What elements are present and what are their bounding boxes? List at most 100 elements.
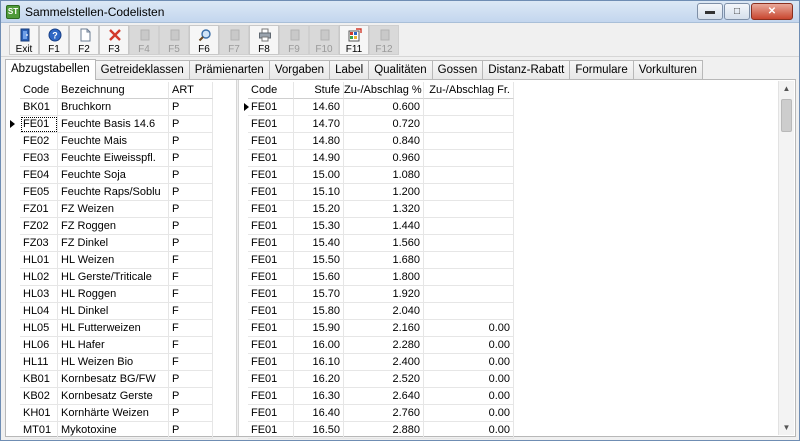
minimize-button[interactable]: ▬: [697, 3, 723, 20]
table-cell[interactable]: FE01: [248, 252, 294, 269]
table-cell[interactable]: KB01: [20, 371, 58, 388]
table-row[interactable]: FE01 16.20 2.520 0.00: [240, 371, 780, 388]
column-header[interactable]: Zu-/Abschlag Fr.: [424, 82, 514, 99]
table-cell[interactable]: Mykotoxine: [58, 422, 169, 439]
tab-gossen[interactable]: Gossen: [431, 60, 484, 79]
table-cell[interactable]: 0.720: [344, 116, 424, 133]
table-row[interactable]: FE01 16.50 2.880 0.00: [240, 422, 780, 439]
table-cell[interactable]: HL06: [20, 337, 58, 354]
table-cell[interactable]: 16.50: [294, 422, 344, 439]
table-cell[interactable]: 16.30: [294, 388, 344, 405]
table-row[interactable]: FE01 16.10 2.400 0.00: [240, 354, 780, 371]
table-cell[interactable]: 1.440: [344, 218, 424, 235]
table-cell[interactable]: 0.00: [424, 388, 514, 405]
table-cell[interactable]: FZ03: [20, 235, 58, 252]
tab-distanz-rabatt[interactable]: Distanz-Rabatt: [482, 60, 571, 79]
table-cell[interactable]: 15.80: [294, 303, 344, 320]
toolbar-button-f11[interactable]: F11: [339, 25, 369, 55]
table-cell[interactable]: [424, 133, 514, 150]
table-row[interactable]: FZ02 FZ Roggen P: [6, 218, 232, 235]
table-row[interactable]: FE05 Feuchte Raps/Soblu P: [6, 184, 232, 201]
table-cell[interactable]: KB02: [20, 388, 58, 405]
table-cell[interactable]: 0.960: [344, 150, 424, 167]
tab-formulare[interactable]: Formulare: [569, 60, 634, 79]
maximize-button[interactable]: □: [724, 3, 750, 20]
toolbar-button-f6[interactable]: F6: [189, 25, 219, 55]
table-cell[interactable]: [424, 201, 514, 218]
table-cell[interactable]: 14.70: [294, 116, 344, 133]
table-cell[interactable]: [424, 252, 514, 269]
table-cell[interactable]: FE01: [248, 354, 294, 371]
table-cell[interactable]: Feuchte Basis 14.6: [58, 116, 169, 133]
toolbar-button-f2[interactable]: F2: [69, 25, 99, 55]
close-button[interactable]: ✕: [751, 3, 793, 20]
table-cell[interactable]: F: [169, 354, 213, 371]
tab-vorkulturen[interactable]: Vorkulturen: [632, 60, 703, 79]
table-row[interactable]: FE03 Feuchte Eiweisspfl. P: [6, 150, 232, 167]
table-cell[interactable]: BK01: [20, 99, 58, 116]
tab-label[interactable]: Label: [329, 60, 370, 79]
table-cell[interactable]: 2.880: [344, 422, 424, 439]
table-cell[interactable]: Feuchte Eiweisspfl.: [58, 150, 169, 167]
table-cell[interactable]: 2.040: [344, 303, 424, 320]
table-row[interactable]: FE01 16.40 2.760 0.00: [240, 405, 780, 422]
table-cell[interactable]: FZ Roggen: [58, 218, 169, 235]
table-cell[interactable]: 15.70: [294, 286, 344, 303]
tab-getreideklassen[interactable]: Getreideklassen: [94, 60, 190, 79]
title-bar[interactable]: ST Sammelstellen-Codelisten ▬ □ ✕: [1, 1, 799, 23]
table-cell[interactable]: 2.760: [344, 405, 424, 422]
table-cell[interactable]: 1.080: [344, 167, 424, 184]
table-cell[interactable]: Bruchkorn: [58, 99, 169, 116]
table-row[interactable]: FE01 15.00 1.080: [240, 167, 780, 184]
table-cell[interactable]: FE01: [248, 371, 294, 388]
table-cell[interactable]: 1.680: [344, 252, 424, 269]
tab-pr-mienarten[interactable]: Prämienarten: [188, 60, 270, 79]
table-cell[interactable]: Feuchte Mais: [58, 133, 169, 150]
table-row[interactable]: FE01 14.80 0.840: [240, 133, 780, 150]
table-cell[interactable]: F: [169, 252, 213, 269]
table-row[interactable]: HL02 HL Gerste/Triticale F: [6, 269, 232, 286]
table-cell[interactable]: 16.40: [294, 405, 344, 422]
table-cell[interactable]: HL03: [20, 286, 58, 303]
table-cell[interactable]: [424, 167, 514, 184]
table-cell[interactable]: F: [169, 337, 213, 354]
table-cell[interactable]: 0.00: [424, 405, 514, 422]
table-cell[interactable]: KH01: [20, 405, 58, 422]
table-cell[interactable]: 15.00: [294, 167, 344, 184]
column-header[interactable]: ART: [169, 82, 213, 99]
column-header[interactable]: Code: [248, 82, 294, 99]
table-row[interactable]: HL03 HL Roggen F: [6, 286, 232, 303]
table-cell[interactable]: 2.280: [344, 337, 424, 354]
scroll-thumb[interactable]: [781, 99, 792, 132]
table-cell[interactable]: [424, 218, 514, 235]
table-cell[interactable]: 14.90: [294, 150, 344, 167]
table-cell[interactable]: Kornbesatz BG/FW: [58, 371, 169, 388]
table-row[interactable]: KH01 Kornhärte Weizen P: [6, 405, 232, 422]
table-cell[interactable]: [424, 184, 514, 201]
table-cell[interactable]: 2.160: [344, 320, 424, 337]
table-row[interactable]: FZ01 FZ Weizen P: [6, 201, 232, 218]
table-cell[interactable]: Feuchte Raps/Soblu: [58, 184, 169, 201]
table-cell[interactable]: 15.40: [294, 235, 344, 252]
tab-vorgaben[interactable]: Vorgaben: [268, 60, 331, 79]
table-cell[interactable]: 2.400: [344, 354, 424, 371]
table-cell[interactable]: FE01: [248, 405, 294, 422]
table-cell[interactable]: FE01: [248, 337, 294, 354]
table-cell[interactable]: 15.50: [294, 252, 344, 269]
table-cell[interactable]: FE01: [248, 218, 294, 235]
table-cell[interactable]: FE01: [248, 320, 294, 337]
table-row[interactable]: HL04 HL Dinkel F: [6, 303, 232, 320]
table-cell[interactable]: FE04: [20, 167, 58, 184]
table-cell[interactable]: F: [169, 286, 213, 303]
table-cell[interactable]: [424, 150, 514, 167]
table-cell[interactable]: 2.520: [344, 371, 424, 388]
table-cell[interactable]: 15.20: [294, 201, 344, 218]
table-cell[interactable]: F: [169, 320, 213, 337]
table-cell[interactable]: 0.840: [344, 133, 424, 150]
table-cell[interactable]: 1.560: [344, 235, 424, 252]
table-cell[interactable]: 15.60: [294, 269, 344, 286]
table-cell[interactable]: P: [169, 99, 213, 116]
table-cell[interactable]: FE01: [248, 286, 294, 303]
table-cell[interactable]: 15.30: [294, 218, 344, 235]
table-cell[interactable]: P: [169, 201, 213, 218]
